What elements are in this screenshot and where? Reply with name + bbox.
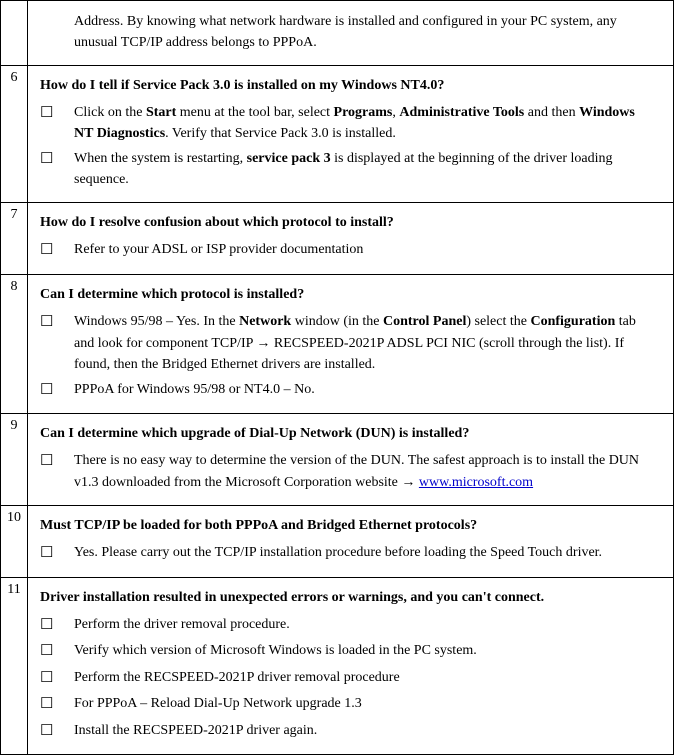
microsoft-link[interactable]: www.microsoft.com xyxy=(419,475,533,490)
checkbox-icon: ☐ xyxy=(40,450,74,473)
faq-table: Address. By knowing what network hardwar… xyxy=(0,0,674,755)
row-number: 9 xyxy=(1,414,28,506)
question-text: How do I tell if Service Pack 3.0 is ins… xyxy=(40,74,661,100)
question-text: Must TCP/IP be loaded for both PPPoA and… xyxy=(40,514,661,540)
checkbox-icon: ☐ xyxy=(40,720,74,743)
checkbox-icon: ☐ xyxy=(40,614,74,637)
faq-row: 9 Can I determine which upgrade of Dial-U… xyxy=(1,414,674,506)
item-text: Perform the driver removal procedure. xyxy=(74,614,661,635)
checkbox-icon: ☐ xyxy=(40,311,74,334)
item-text: There is no easy way to determine the ve… xyxy=(74,450,661,493)
checkbox-icon: ☐ xyxy=(40,667,74,690)
item-text: Perform the RECSPEED-2021P driver remova… xyxy=(74,667,661,688)
question-text: Driver installation resulted in unexpect… xyxy=(40,586,661,612)
list-item: ☐Yes. Please carry out the TCP/IP instal… xyxy=(40,540,661,567)
checkbox-icon: ☐ xyxy=(40,239,74,262)
row-number: 10 xyxy=(1,506,28,578)
row-content: Address. By knowing what network hardwar… xyxy=(28,1,674,66)
list-item: ☐There is no easy way to determine the v… xyxy=(40,448,661,495)
faq-row: 11 Driver installation resulted in unexpe… xyxy=(1,577,674,755)
list-item: ☐Click on the Start menu at the tool bar… xyxy=(40,100,661,146)
list-item: ☐Refer to your ADSL or ISP provider docu… xyxy=(40,237,661,264)
list-item: ☐PPPoA for Windows 95/98 or NT4.0 – No. xyxy=(40,377,661,404)
item-text: Refer to your ADSL or ISP provider docum… xyxy=(74,239,661,260)
row-content: How do I tell if Service Pack 3.0 is ins… xyxy=(28,66,674,203)
item-text: Yes. Please carry out the TCP/IP install… xyxy=(74,542,661,563)
faq-row: Address. By knowing what network hardwar… xyxy=(1,1,674,66)
question-text: Can I determine which protocol is instal… xyxy=(40,283,661,309)
row-content: Driver installation resulted in unexpect… xyxy=(28,577,674,755)
checkbox-icon: ☐ xyxy=(40,379,74,402)
checkbox-icon: ☐ xyxy=(40,693,74,716)
checkbox-icon: ☐ xyxy=(40,640,74,663)
item-text: Windows 95/98 – Yes. In the Network wind… xyxy=(74,311,661,375)
item-text: Address. By knowing what network hardwar… xyxy=(74,11,661,53)
checkbox-icon: ☐ xyxy=(40,542,74,565)
faq-row: 8 Can I determine which protocol is insta… xyxy=(1,274,674,414)
item-text: Verify which version of Microsoft Window… xyxy=(74,640,661,661)
item-text: For PPPoA – Reload Dial-Up Network upgra… xyxy=(74,693,661,714)
list-item: ☐Perform the RECSPEED-2021P driver remov… xyxy=(40,665,661,692)
item-text: Click on the Start menu at the tool bar,… xyxy=(74,102,661,144)
row-content: Can I determine which upgrade of Dial-Up… xyxy=(28,414,674,506)
checkbox-icon: ☐ xyxy=(40,148,74,171)
row-number xyxy=(1,1,28,66)
list-item: ☐When the system is restarting, service … xyxy=(40,146,661,192)
row-number: 8 xyxy=(1,274,28,414)
list-item: ☐Verify which version of Microsoft Windo… xyxy=(40,638,661,665)
item-text: Install the RECSPEED-2021P driver again. xyxy=(74,720,661,741)
row-content: Can I determine which protocol is instal… xyxy=(28,274,674,414)
row-content: How do I resolve confusion about which p… xyxy=(28,203,674,275)
item-text: When the system is restarting, service p… xyxy=(74,148,661,190)
list-item: ☐Perform the driver removal procedure. xyxy=(40,612,661,639)
list-item: ☐Install the RECSPEED-2021P driver again… xyxy=(40,718,661,745)
row-content: Must TCP/IP be loaded for both PPPoA and… xyxy=(28,506,674,578)
row-number: 6 xyxy=(1,66,28,203)
list-item: ☐For PPPoA – Reload Dial-Up Network upgr… xyxy=(40,691,661,718)
checkbox-icon: ☐ xyxy=(40,102,74,125)
question-text: Can I determine which upgrade of Dial-Up… xyxy=(40,422,661,448)
row-number: 11 xyxy=(1,577,28,755)
row-number: 7 xyxy=(1,203,28,275)
faq-row: 6 How do I tell if Service Pack 3.0 is in… xyxy=(1,66,674,203)
item-text: PPPoA for Windows 95/98 or NT4.0 – No. xyxy=(74,379,661,400)
question-text: How do I resolve confusion about which p… xyxy=(40,211,661,237)
list-item: Address. By knowing what network hardwar… xyxy=(40,9,661,55)
faq-row: 10 Must TCP/IP be loaded for both PPPoA a… xyxy=(1,506,674,578)
faq-row: 7 How do I resolve confusion about which … xyxy=(1,203,674,275)
list-item: ☐Windows 95/98 – Yes. In the Network win… xyxy=(40,309,661,377)
